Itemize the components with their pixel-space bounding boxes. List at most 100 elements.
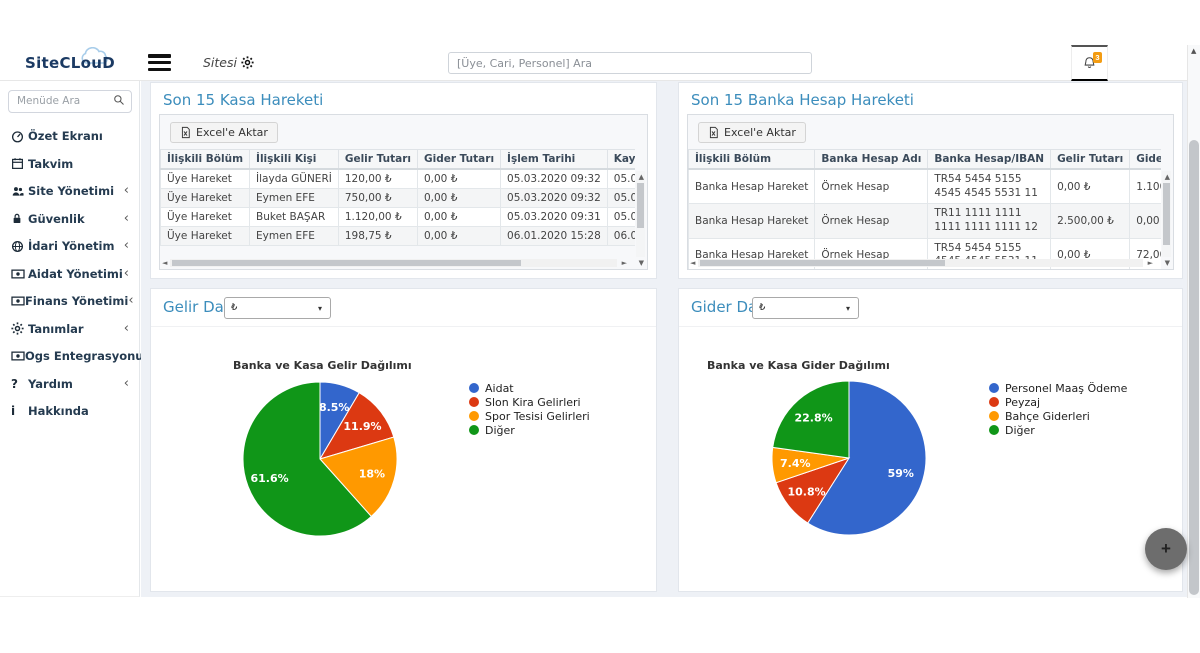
- sidebar-item-aidat-yonetimi[interactable]: Aidat Yönetimi ‹: [0, 260, 139, 288]
- money-icon: [11, 350, 25, 362]
- table-row: Üye HareketBuket BAŞAR1.120,00 ₺0,00 ₺05…: [161, 208, 636, 227]
- legend-item: Personel Maaş Ödeme: [989, 381, 1127, 395]
- app-window: SiteCLouD Sitesi 3: [0, 0, 1200, 653]
- money-icon: [11, 268, 28, 280]
- sidebar-item-takvim[interactable]: Takvim: [0, 150, 139, 178]
- chart-legend: Aidat Slon Kira Gelirleri Spor Tesisi Ge…: [469, 381, 590, 437]
- excel-icon: [708, 126, 719, 139]
- horizontal-scrollbar[interactable]: [170, 259, 617, 267]
- scroll-down-icon[interactable]: ▼: [1165, 259, 1170, 267]
- chevron-left-icon: ‹: [124, 214, 129, 224]
- svg-text:59%: 59%: [888, 467, 914, 480]
- legend-dot: [469, 425, 479, 435]
- sidebar-item-tanimlar[interactable]: Tanımlar ‹: [0, 315, 139, 343]
- legend-dot: [989, 411, 999, 421]
- question-icon: ?: [11, 377, 28, 391]
- table-header-row: İlişkili Bölüm İlişkili Kişi Gelir Tutar…: [161, 150, 636, 170]
- info-icon: i: [11, 404, 28, 418]
- legend-item: Diğer: [989, 423, 1127, 437]
- svg-text:10.8%: 10.8%: [788, 485, 826, 498]
- gelir-panel: Gelir Dağılımı ₺ ▾ Banka ve Kasa Gelir D…: [150, 288, 657, 592]
- chevron-left-icon: ‹: [124, 379, 129, 389]
- svg-text:61.6%: 61.6%: [251, 472, 289, 485]
- sidebar-item-guvenlik[interactable]: Güvenlik ‹: [0, 205, 139, 233]
- notification-badge: 3: [1093, 52, 1102, 63]
- scroll-up-icon[interactable]: ▲: [1165, 173, 1170, 181]
- add-button[interactable]: +: [1145, 528, 1187, 570]
- table-row: Banka Hesap HareketÖrnek HesapTR54 5454 …: [689, 169, 1162, 204]
- chevron-down-icon: ▾: [318, 304, 322, 313]
- table-header-row: İlişkili Bölüm Banka Hesap Adı Banka Hes…: [689, 150, 1162, 170]
- globe-icon: [11, 240, 28, 253]
- horizontal-scrollbar[interactable]: [698, 259, 1143, 267]
- chevron-left-icon: ‹: [128, 296, 133, 306]
- vertical-scrollbar[interactable]: [1162, 171, 1171, 257]
- currency-select[interactable]: ₺ ▾: [752, 297, 859, 319]
- sidebar-item-ozet-ekrani[interactable]: Özet Ekranı: [0, 123, 139, 151]
- notifications-button[interactable]: 3: [1071, 45, 1108, 81]
- export-excel-button[interactable]: Excel'e Aktar: [698, 122, 806, 143]
- kasa-table: İlişkili Bölüm İlişkili Kişi Gelir Tutar…: [160, 149, 635, 246]
- chevron-left-icon: ‹: [124, 269, 129, 279]
- scroll-down-icon[interactable]: ▼: [639, 259, 644, 267]
- table-row: Üye HareketEymen EFE198,75 ₺0,00 ₺06.01.…: [161, 227, 636, 246]
- banka-panel: Son 15 Banka Hesap Hareketi Excel'e Akta…: [678, 82, 1183, 279]
- banka-table-box: Excel'e Aktar İlişkili Bölüm Banka Hesap…: [687, 114, 1174, 270]
- logo[interactable]: SiteCLouD: [0, 45, 140, 81]
- scrollbar-thumb[interactable]: [1189, 140, 1199, 595]
- kasa-table-box: Excel'e Aktar İlişkili Bölüm İlişkili Ki…: [159, 114, 648, 270]
- page-scrollbar[interactable]: ▲: [1187, 45, 1200, 598]
- sidebar-item-site-yonetimi[interactable]: Site Yönetimi ‹: [0, 178, 139, 206]
- gider-panel: Gider Dağılımı ₺ ▾ Banka ve Kasa Gider D…: [678, 288, 1183, 592]
- menu-toggle-button[interactable]: [148, 54, 171, 71]
- global-search-input[interactable]: [448, 52, 812, 74]
- scroll-up-icon[interactable]: ▲: [639, 173, 644, 181]
- legend-item: Aidat: [469, 381, 590, 395]
- legend-item: Slon Kira Gelirleri: [469, 395, 590, 409]
- site-name: Sitesi: [203, 55, 254, 70]
- svg-text:18%: 18%: [359, 468, 385, 481]
- sidebar-item-hakkinda[interactable]: i Hakkında: [0, 398, 139, 426]
- money-icon: [11, 295, 25, 307]
- legend-dot: [989, 397, 999, 407]
- kasa-panel: Son 15 Kasa Hareketi Excel'e Aktar: [150, 82, 657, 279]
- chart-legend: Personel Maaş Ödeme Peyzaj Bahçe Giderle…: [989, 381, 1127, 437]
- currency-select[interactable]: ₺ ▾: [224, 297, 331, 319]
- gelir-pie-chart[interactable]: 8.5%11.9%18%61.6%: [235, 374, 405, 544]
- scroll-up-icon[interactable]: ▲: [1191, 47, 1196, 55]
- site-settings-gear-icon[interactable]: [241, 56, 254, 69]
- sidebar-item-idari-yonetim[interactable]: İdari Yönetim ‹: [0, 233, 139, 261]
- sidebar: Özet Ekranı Takvim Site Yönetimi ‹ Güve: [0, 81, 140, 597]
- svg-text:22.8%: 22.8%: [795, 411, 833, 424]
- export-excel-button[interactable]: Excel'e Aktar: [170, 122, 278, 143]
- gider-pie-chart[interactable]: 59% 10.8% 7.4% 22.8%: [764, 373, 934, 543]
- chevron-down-icon: ▾: [846, 304, 850, 313]
- site-name-text: Sitesi: [203, 55, 237, 70]
- dashboard-content: Son 15 Kasa Hareketi Excel'e Aktar: [141, 81, 1187, 597]
- svg-text:8.5%: 8.5%: [319, 401, 350, 414]
- sidebar-item-ogs-entegrasyonu[interactable]: Ogs Entegrasyonu ‹: [0, 343, 139, 371]
- sidebar-item-yardim[interactable]: ? Yardım ‹: [0, 370, 139, 398]
- banka-panel-title: Son 15 Banka Hesap Hareketi: [679, 83, 1182, 109]
- legend-item: Bahçe Giderleri: [989, 409, 1127, 423]
- scroll-right-icon[interactable]: ►: [622, 259, 627, 267]
- legend-dot: [469, 383, 479, 393]
- chevron-left-icon: ‹: [124, 241, 129, 251]
- svg-text:7.4%: 7.4%: [780, 457, 811, 470]
- chevron-left-icon: ‹: [124, 186, 129, 196]
- lock-icon: [11, 212, 28, 225]
- excel-icon: [180, 126, 191, 139]
- scroll-left-icon[interactable]: ◄: [690, 259, 695, 267]
- scroll-right-icon[interactable]: ►: [1148, 259, 1153, 267]
- logo-text: SiteCLouD: [25, 54, 115, 72]
- legend-dot: [469, 411, 479, 421]
- legend-item: Diğer: [469, 423, 590, 437]
- table-row: Üye Hareketİlayda GÜNERİ120,00 ₺0,00 ₺05…: [161, 169, 636, 189]
- users-icon: [11, 185, 28, 198]
- scroll-left-icon[interactable]: ◄: [162, 259, 167, 267]
- chevron-left-icon: ‹: [124, 324, 129, 334]
- sidebar-item-finans-yonetimi[interactable]: Finans Yönetimi ‹: [0, 288, 139, 316]
- vertical-scrollbar[interactable]: [636, 171, 645, 257]
- legend-dot: [989, 383, 999, 393]
- table-row: Üye HareketEymen EFE750,00 ₺0,00 ₺05.03.…: [161, 189, 636, 208]
